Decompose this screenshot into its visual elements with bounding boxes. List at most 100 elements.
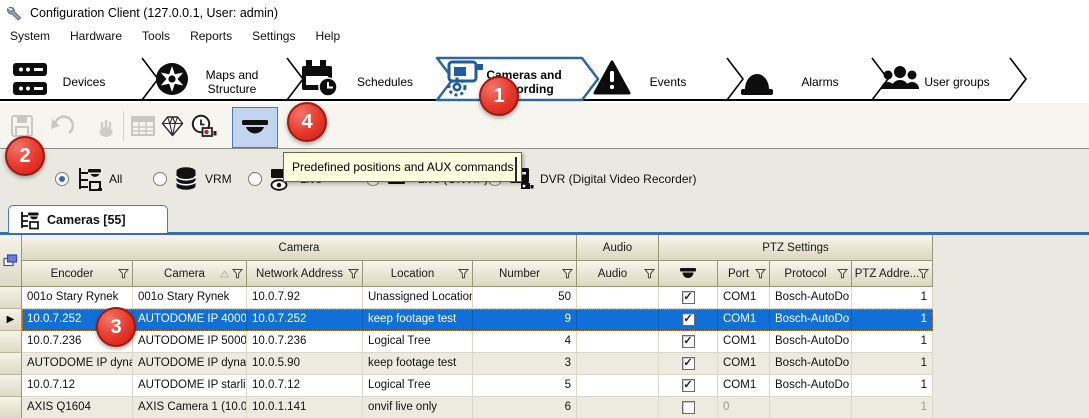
cell-ptz[interactable]	[659, 397, 718, 418]
cell-encoder[interactable]: 001o Stary Rynek	[22, 287, 133, 309]
ptz-checkbox-checked[interactable]: ✓	[682, 335, 695, 348]
cell-camera[interactable]: AUTODOME IP starli	[133, 375, 247, 397]
cell-location[interactable]: Logical Tree	[363, 375, 473, 397]
table-corner-cell[interactable]	[0, 235, 22, 287]
row-selector[interactable]	[0, 287, 22, 309]
camera-row-6[interactable]: AXIS Q1604AXIS Camera 1 (10.0.10.0.1.141…	[0, 397, 933, 418]
filter-funnel-icon[interactable]	[458, 268, 469, 279]
cell-address[interactable]: 10.0.7.236	[247, 331, 363, 353]
cell-ptz[interactable]: ✓	[659, 287, 718, 309]
camera-row-3[interactable]: 10.0.7.236AUTODOME IP 5000i10.0.7.236Log…	[0, 331, 933, 353]
radio-vrm[interactable]	[153, 172, 167, 186]
menu-item-system[interactable]: System	[0, 26, 60, 46]
filter-funnel-icon[interactable]	[644, 268, 655, 279]
cell-ptz[interactable]: ✓	[659, 353, 718, 375]
ptz-checkbox-checked[interactable]: ✓	[682, 357, 695, 370]
cell-protocol[interactable]: Bosch-AutoDo	[770, 331, 852, 353]
cell-audio[interactable]	[577, 309, 659, 331]
column-header-encoder[interactable]: Encoder	[22, 261, 133, 287]
column-header-ptz-addre-[interactable]: PTZ Addre...	[852, 261, 933, 287]
radio-all[interactable]	[55, 172, 69, 186]
cell-encoder[interactable]: AUTODOME IP dyna	[22, 353, 133, 375]
menu-item-help[interactable]: Help	[305, 26, 350, 46]
scheduled-recording-button[interactable]	[190, 114, 217, 139]
cell-number[interactable]: 6	[473, 397, 577, 418]
cell-ptz[interactable]: ✓	[659, 375, 718, 397]
cell-ptz[interactable]: ✓	[659, 309, 718, 331]
cell-protocol[interactable]	[770, 397, 852, 418]
filter-option-all[interactable]: All	[55, 163, 122, 195]
tab-user-groups[interactable]: User groups	[881, 66, 990, 89]
cell-port[interactable]: COM1	[718, 353, 770, 375]
row-selector[interactable]	[0, 397, 22, 418]
cell-address[interactable]: 10.0.7.12	[247, 375, 363, 397]
filter-option-vrm[interactable]: VRM	[153, 163, 232, 195]
cell-location[interactable]: keep footage test	[363, 309, 473, 331]
cell-location[interactable]: onvif live only	[363, 397, 473, 418]
camera-row-4[interactable]: AUTODOME IP dynaAUTODOME IP dyna10.0.5.9…	[0, 353, 933, 375]
camera-row-1[interactable]: 001o Stary Rynek001o Stary Rynek10.0.7.9…	[0, 287, 933, 309]
filter-funnel-icon[interactable]	[348, 268, 359, 279]
filter-funnel-icon[interactable]	[755, 268, 766, 279]
tab-events[interactable]: Events	[595, 62, 686, 93]
table-view-button[interactable]	[131, 114, 155, 138]
column-header-camera[interactable]: Camera	[133, 261, 247, 287]
cell-address[interactable]: 10.0.7.92	[247, 287, 363, 309]
ptz-checkbox-unchecked[interactable]	[682, 401, 695, 414]
filter-funnel-icon[interactable]	[562, 268, 573, 279]
cell-camera[interactable]: AUTODOME IP 4000i	[133, 309, 247, 331]
cell-ptz_address[interactable]: 1	[852, 397, 933, 418]
tab-alarms[interactable]: Alarms	[741, 68, 839, 95]
cell-port[interactable]: COM1	[718, 287, 770, 309]
cell-number[interactable]: 9	[473, 309, 577, 331]
filter-funnel-icon[interactable]	[918, 268, 929, 279]
cell-port[interactable]: COM1	[718, 309, 770, 331]
save-button[interactable]	[10, 114, 34, 138]
camera-row-5[interactable]: 10.0.7.12AUTODOME IP starli10.0.7.12Logi…	[0, 375, 933, 397]
cell-ptz[interactable]: ✓	[659, 331, 718, 353]
cell-location[interactable]: Logical Tree	[363, 331, 473, 353]
cell-address[interactable]: 10.0.5.90	[247, 353, 363, 375]
filter-funnel-icon[interactable]	[232, 268, 243, 279]
camera-row-2[interactable]: ▶10.0.7.252AUTODOME IP 4000i10.0.7.252ke…	[0, 309, 933, 331]
cell-port[interactable]: COM1	[718, 331, 770, 353]
column-header-dome-camera[interactable]	[659, 261, 718, 287]
ptz-checkbox-checked[interactable]: ✓	[682, 379, 695, 392]
tab-maps-structure[interactable]: Maps and Structure	[156, 63, 258, 96]
cell-encoder[interactable]: 10.0.7.12	[22, 375, 133, 397]
cell-camera[interactable]: AUTODOME IP 5000i	[133, 331, 247, 353]
cell-encoder[interactable]: AXIS Q1604	[22, 397, 133, 418]
cell-number[interactable]: 50	[473, 287, 577, 309]
menu-item-settings[interactable]: Settings	[242, 26, 305, 46]
tab-devices[interactable]: Devices	[13, 63, 105, 95]
cell-ptz_address[interactable]: 1	[852, 353, 933, 375]
column-header-protocol[interactable]: Protocol	[770, 261, 852, 287]
cell-audio[interactable]	[577, 375, 659, 397]
cell-port[interactable]: 0	[718, 397, 770, 418]
ptz-checkbox-checked[interactable]: ✓	[682, 313, 695, 326]
cell-ptz_address[interactable]: 1	[852, 287, 933, 309]
column-header-audio[interactable]: Audio	[577, 261, 659, 287]
cell-address[interactable]: 10.0.7.252	[247, 309, 363, 331]
tab-schedules[interactable]: Schedules	[302, 60, 413, 96]
row-selector[interactable]	[0, 375, 22, 397]
filter-funnel-icon[interactable]	[118, 268, 129, 279]
diamond-quality-button[interactable]	[160, 114, 185, 138]
column-header-number[interactable]: Number	[473, 261, 577, 287]
cell-camera[interactable]: AUTODOME IP dyna	[133, 353, 247, 375]
cell-audio[interactable]	[577, 353, 659, 375]
cell-protocol[interactable]: Bosch-AutoDo	[770, 287, 852, 309]
undo-button[interactable]	[48, 114, 74, 138]
cell-ptz_address[interactable]: 1	[852, 309, 933, 331]
column-header-network-address[interactable]: Network Address	[247, 261, 363, 287]
cell-ptz_address[interactable]: 1	[852, 331, 933, 353]
filter-funnel-icon[interactable]	[837, 268, 848, 279]
cell-address[interactable]: 10.0.1.141	[247, 397, 363, 418]
pan-hand-button[interactable]	[94, 114, 118, 138]
row-selector-current[interactable]: ▶	[0, 309, 22, 331]
menu-item-reports[interactable]: Reports	[180, 26, 242, 46]
cell-port[interactable]: COM1	[718, 375, 770, 397]
cell-number[interactable]: 4	[473, 331, 577, 353]
cell-location[interactable]: keep footage test	[363, 353, 473, 375]
cameras-tab[interactable]: Cameras [55]	[8, 205, 168, 233]
